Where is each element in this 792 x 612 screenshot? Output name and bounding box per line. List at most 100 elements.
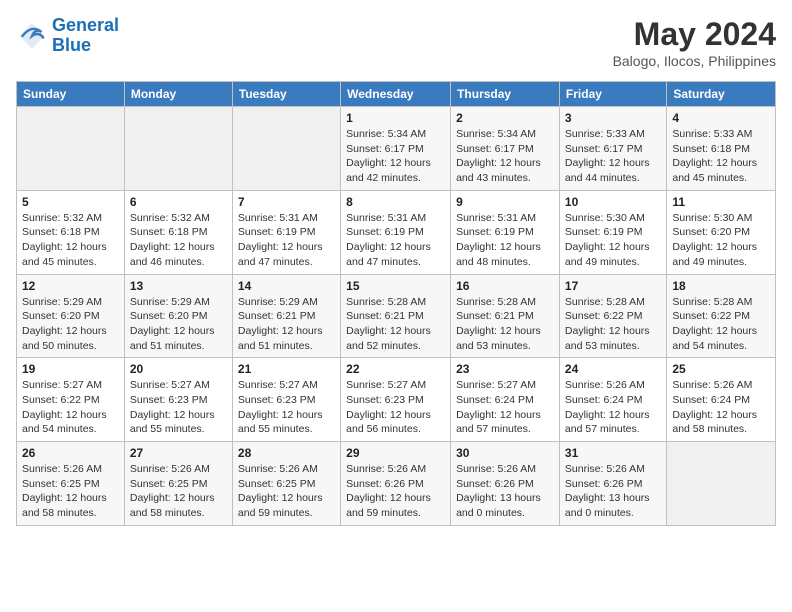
- day-number: 19: [22, 362, 119, 376]
- day-info: Sunrise: 5:27 AM Sunset: 6:23 PM Dayligh…: [238, 378, 335, 437]
- month-year-title: May 2024: [613, 16, 776, 53]
- table-row: 11Sunrise: 5:30 AM Sunset: 6:20 PM Dayli…: [667, 190, 776, 274]
- table-row: 31Sunrise: 5:26 AM Sunset: 6:26 PM Dayli…: [559, 442, 666, 526]
- table-row: 18 Sunrise: 5:28 AM Sunset: 6:22 PM Dayli…: [667, 274, 776, 358]
- location-title: Balogo, Ilocos, Philippines: [613, 53, 776, 69]
- day-number: 8: [346, 195, 445, 209]
- day-info: Sunrise: 5:32 AM Sunset: 6:18 PM Dayligh…: [22, 211, 119, 270]
- table-row: 27 Sunrise: 5:26 AM Sunset: 6:25 PM Dayli…: [124, 442, 232, 526]
- day-info: Sunrise: 5:27 AM Sunset: 6:24 PM Dayligh…: [456, 378, 554, 437]
- title-block: May 2024 Balogo, Ilocos, Philippines: [613, 16, 776, 69]
- calendar-table: Sunday Monday Tuesday Wednesday Thursday…: [16, 81, 776, 526]
- day-info: Sunrise: 5:26 AM Sunset: 6:26 PM Dayligh…: [346, 462, 445, 521]
- table-row: [232, 107, 340, 191]
- calendar-week-row: 5 Sunrise: 5:32 AM Sunset: 6:18 PM Daylig…: [17, 190, 776, 274]
- calendar-week-row: 26Sunrise: 5:26 AM Sunset: 6:25 PM Dayli…: [17, 442, 776, 526]
- col-tuesday: Tuesday: [232, 82, 340, 107]
- day-info: Sunrise: 5:31 AM Sunset: 6:19 PM Dayligh…: [238, 211, 335, 270]
- table-row: 21 Sunrise: 5:27 AM Sunset: 6:23 PM Dayli…: [232, 358, 340, 442]
- table-row: 16 Sunrise: 5:28 AM Sunset: 6:21 PM Dayli…: [451, 274, 560, 358]
- col-wednesday: Wednesday: [341, 82, 451, 107]
- logo-line1: General: [52, 15, 119, 35]
- table-row: 28Sunrise: 5:26 AM Sunset: 6:25 PM Dayli…: [232, 442, 340, 526]
- day-info: Sunrise: 5:29 AM Sunset: 6:21 PM Dayligh…: [238, 295, 335, 354]
- day-number: 17: [565, 279, 661, 293]
- day-number: 13: [130, 279, 227, 293]
- day-number: 15: [346, 279, 445, 293]
- calendar-week-row: 1 Sunrise: 5:34 AM Sunset: 6:17 PM Daylig…: [17, 107, 776, 191]
- col-monday: Monday: [124, 82, 232, 107]
- day-info: Sunrise: 5:28 AM Sunset: 6:22 PM Dayligh…: [672, 295, 770, 354]
- day-number: 14: [238, 279, 335, 293]
- day-info: Sunrise: 5:26 AM Sunset: 6:26 PM Dayligh…: [565, 462, 661, 521]
- day-number: 9: [456, 195, 554, 209]
- day-info: Sunrise: 5:28 AM Sunset: 6:22 PM Dayligh…: [565, 295, 661, 354]
- table-row: 26Sunrise: 5:26 AM Sunset: 6:25 PM Dayli…: [17, 442, 125, 526]
- day-number: 1: [346, 111, 445, 125]
- logo-icon: [16, 20, 48, 52]
- day-number: 4: [672, 111, 770, 125]
- table-row: 7 Sunrise: 5:31 AM Sunset: 6:19 PM Daylig…: [232, 190, 340, 274]
- day-number: 5: [22, 195, 119, 209]
- table-row: 5 Sunrise: 5:32 AM Sunset: 6:18 PM Daylig…: [17, 190, 125, 274]
- day-info: Sunrise: 5:31 AM Sunset: 6:19 PM Dayligh…: [346, 211, 445, 270]
- calendar-week-row: 19 Sunrise: 5:27 AM Sunset: 6:22 PM Dayli…: [17, 358, 776, 442]
- day-info: Sunrise: 5:26 AM Sunset: 6:25 PM Dayligh…: [130, 462, 227, 521]
- day-info: Sunrise: 5:32 AM Sunset: 6:18 PM Dayligh…: [130, 211, 227, 270]
- day-number: 28: [238, 446, 335, 460]
- table-row: 8 Sunrise: 5:31 AM Sunset: 6:19 PM Daylig…: [341, 190, 451, 274]
- day-info: Sunrise: 5:27 AM Sunset: 6:23 PM Dayligh…: [346, 378, 445, 437]
- day-number: 18: [672, 279, 770, 293]
- table-row: 10 Sunrise: 5:30 AM Sunset: 6:19 PM Dayli…: [559, 190, 666, 274]
- table-row: 19 Sunrise: 5:27 AM Sunset: 6:22 PM Dayli…: [17, 358, 125, 442]
- day-number: 22: [346, 362, 445, 376]
- day-info: Sunrise: 5:33 AM Sunset: 6:17 PM Dayligh…: [565, 127, 661, 186]
- table-row: 24 Sunrise: 5:26 AM Sunset: 6:24 PM Dayli…: [559, 358, 666, 442]
- table-row: 1 Sunrise: 5:34 AM Sunset: 6:17 PM Daylig…: [341, 107, 451, 191]
- day-number: 30: [456, 446, 554, 460]
- day-number: 3: [565, 111, 661, 125]
- day-number: 2: [456, 111, 554, 125]
- day-info: Sunrise: 5:31 AM Sunset: 6:19 PM Dayligh…: [456, 211, 554, 270]
- table-row: [667, 442, 776, 526]
- table-row: 30 Sunrise: 5:26 AM Sunset: 6:26 PM Dayli…: [451, 442, 560, 526]
- day-info: Sunrise: 5:34 AM Sunset: 6:17 PM Dayligh…: [456, 127, 554, 186]
- day-info: Sunrise: 5:26 AM Sunset: 6:24 PM Dayligh…: [672, 378, 770, 437]
- table-row: 25Sunrise: 5:26 AM Sunset: 6:24 PM Dayli…: [667, 358, 776, 442]
- table-row: 9 Sunrise: 5:31 AM Sunset: 6:19 PM Daylig…: [451, 190, 560, 274]
- day-info: Sunrise: 5:26 AM Sunset: 6:24 PM Dayligh…: [565, 378, 661, 437]
- day-info: Sunrise: 5:28 AM Sunset: 6:21 PM Dayligh…: [456, 295, 554, 354]
- day-number: 16: [456, 279, 554, 293]
- day-number: 6: [130, 195, 227, 209]
- day-info: Sunrise: 5:26 AM Sunset: 6:25 PM Dayligh…: [22, 462, 119, 521]
- day-info: Sunrise: 5:33 AM Sunset: 6:18 PM Dayligh…: [672, 127, 770, 186]
- day-number: 7: [238, 195, 335, 209]
- table-row: 14 Sunrise: 5:29 AM Sunset: 6:21 PM Dayli…: [232, 274, 340, 358]
- table-row: [17, 107, 125, 191]
- table-row: 22 Sunrise: 5:27 AM Sunset: 6:23 PM Dayli…: [341, 358, 451, 442]
- day-number: 11: [672, 195, 770, 209]
- col-thursday: Thursday: [451, 82, 560, 107]
- logo-text: General Blue: [52, 16, 119, 56]
- table-row: 12Sunrise: 5:29 AM Sunset: 6:20 PM Dayli…: [17, 274, 125, 358]
- day-number: 27: [130, 446, 227, 460]
- table-row: 2 Sunrise: 5:34 AM Sunset: 6:17 PM Daylig…: [451, 107, 560, 191]
- table-row: 29 Sunrise: 5:26 AM Sunset: 6:26 PM Dayli…: [341, 442, 451, 526]
- logo: General Blue: [16, 16, 119, 56]
- table-row: 4 Sunrise: 5:33 AM Sunset: 6:18 PM Daylig…: [667, 107, 776, 191]
- day-number: 24: [565, 362, 661, 376]
- calendar-week-row: 12Sunrise: 5:29 AM Sunset: 6:20 PM Dayli…: [17, 274, 776, 358]
- day-number: 21: [238, 362, 335, 376]
- day-info: Sunrise: 5:30 AM Sunset: 6:19 PM Dayligh…: [565, 211, 661, 270]
- table-row: 23Sunrise: 5:27 AM Sunset: 6:24 PM Dayli…: [451, 358, 560, 442]
- table-row: 3 Sunrise: 5:33 AM Sunset: 6:17 PM Daylig…: [559, 107, 666, 191]
- day-number: 29: [346, 446, 445, 460]
- day-number: 10: [565, 195, 661, 209]
- day-info: Sunrise: 5:26 AM Sunset: 6:26 PM Dayligh…: [456, 462, 554, 521]
- day-info: Sunrise: 5:28 AM Sunset: 6:21 PM Dayligh…: [346, 295, 445, 354]
- calendar-header-row: Sunday Monday Tuesday Wednesday Thursday…: [17, 82, 776, 107]
- table-row: 17 Sunrise: 5:28 AM Sunset: 6:22 PM Dayli…: [559, 274, 666, 358]
- day-info: Sunrise: 5:27 AM Sunset: 6:22 PM Dayligh…: [22, 378, 119, 437]
- day-info: Sunrise: 5:29 AM Sunset: 6:20 PM Dayligh…: [22, 295, 119, 354]
- day-info: Sunrise: 5:34 AM Sunset: 6:17 PM Dayligh…: [346, 127, 445, 186]
